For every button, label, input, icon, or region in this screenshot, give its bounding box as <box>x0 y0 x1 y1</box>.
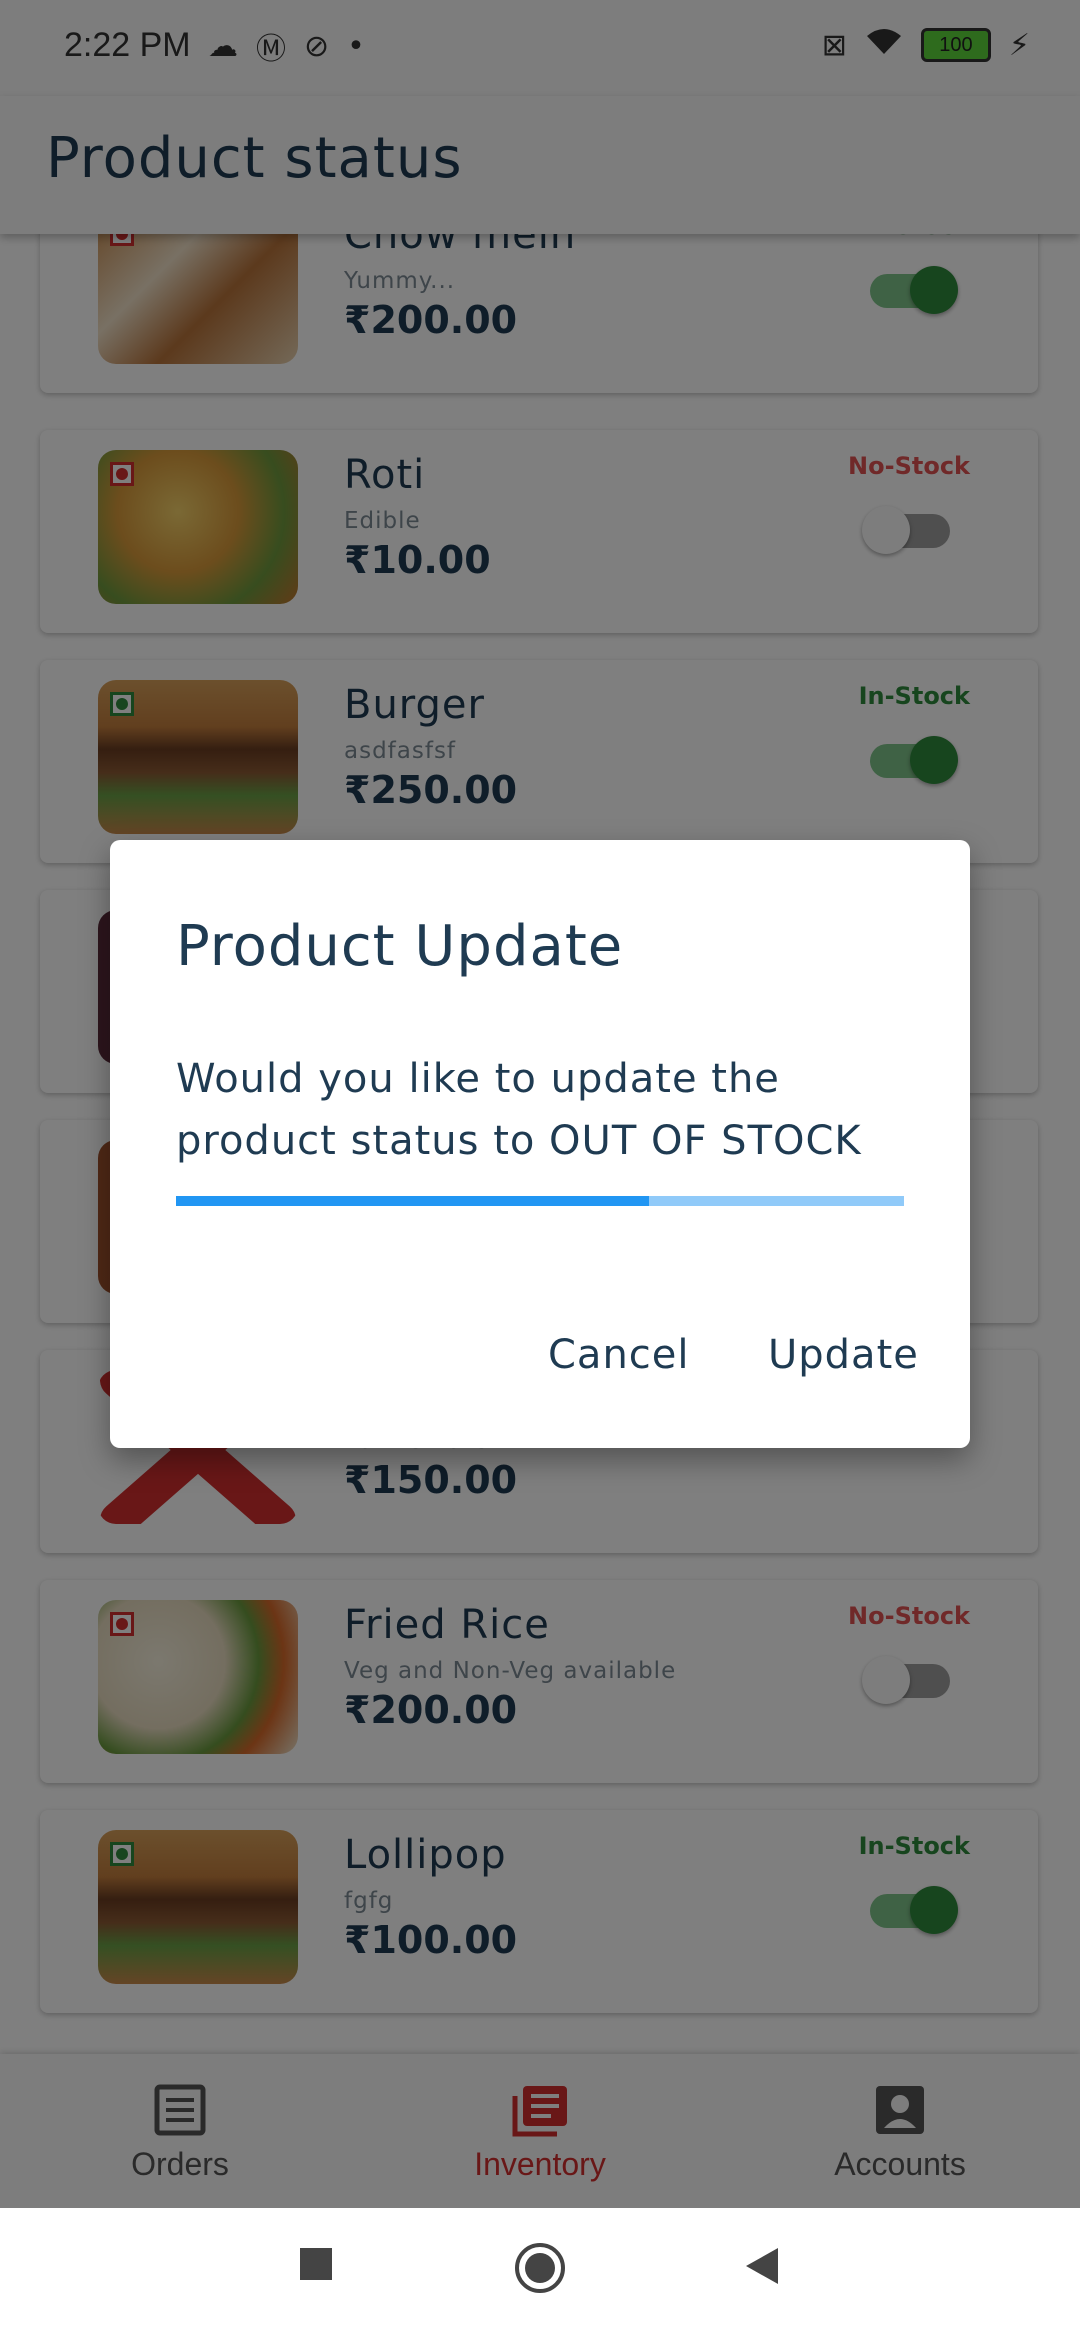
dialog-message: Would you like to update the product sta… <box>176 1056 862 1164</box>
update-button[interactable]: Update <box>768 1332 919 1378</box>
dialog-title: Product Update <box>176 914 624 979</box>
product-update-dialog: Product Update Would you like to update … <box>110 840 970 1448</box>
progress-fill <box>176 1196 650 1206</box>
back-button[interactable] <box>744 2246 780 2290</box>
home-button[interactable] <box>514 2242 566 2298</box>
system-nav-bar <box>0 2208 1080 2340</box>
recents-button[interactable] <box>300 2248 332 2284</box>
cancel-button[interactable]: Cancel <box>548 1332 690 1378</box>
progress-bar <box>176 1196 904 1206</box>
